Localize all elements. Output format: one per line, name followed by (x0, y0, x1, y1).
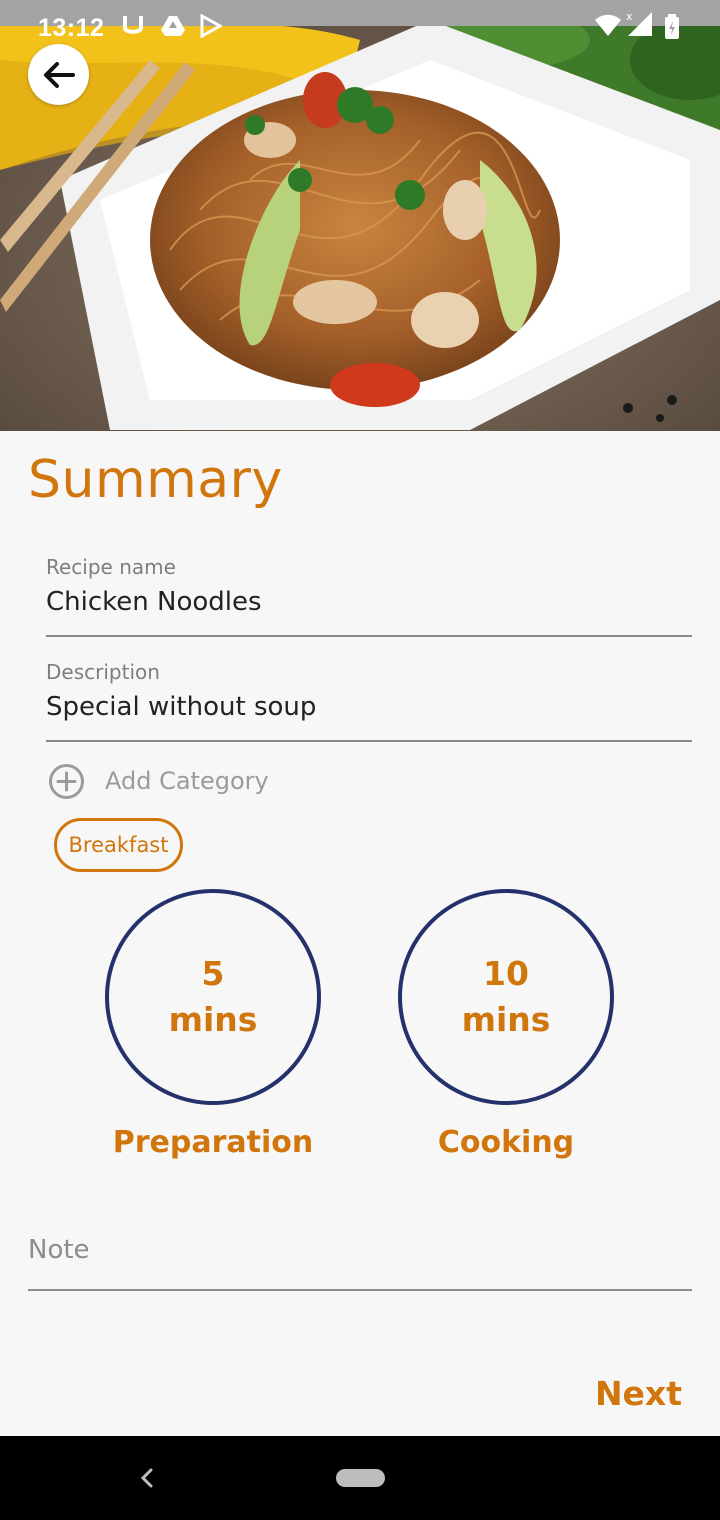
drive-icon (160, 14, 186, 43)
note-field[interactable] (28, 1232, 692, 1292)
cooking-time-ring[interactable]: 10 mins (398, 889, 614, 1105)
recipe-name-underline (46, 635, 692, 637)
wifi-icon (594, 14, 622, 43)
recipe-name-label: Recipe name (46, 555, 176, 579)
cellular-signal-icon: x (624, 10, 654, 43)
cooking-time[interactable]: 10 mins Cooking (398, 889, 614, 1160)
cooking-label: Cooking (437, 1125, 575, 1160)
arrow-left-icon (43, 61, 75, 88)
recipe-photo (0, 0, 720, 431)
recipe-name-value[interactable]: Chicken Noodles (46, 587, 692, 617)
category-chip-label: Breakfast (68, 833, 169, 857)
u-app-icon (122, 14, 144, 43)
category-chip-breakfast[interactable]: Breakfast (54, 818, 183, 872)
play-store-icon (200, 13, 224, 43)
preparation-label: Preparation (112, 1125, 314, 1160)
preparation-time-ring[interactable]: 5 mins (105, 889, 321, 1105)
description-underline (46, 740, 692, 742)
add-category-label: Add Category (105, 767, 269, 795)
description-value[interactable]: Special without soup (46, 692, 692, 722)
add-circle-icon (49, 763, 84, 799)
page-title: Summary (28, 450, 283, 510)
preparation-time-unit: mins (168, 1000, 258, 1039)
preparation-time-value: 5 (201, 954, 225, 993)
description-label: Description (46, 660, 160, 684)
back-button[interactable] (28, 44, 89, 105)
nav-home-pill[interactable] (336, 1469, 385, 1487)
status-time: 13:12 (38, 14, 105, 42)
description-field[interactable]: Description Special without soup (46, 660, 692, 744)
system-navigation-bar (0, 1436, 720, 1520)
note-underline (28, 1289, 692, 1291)
cooking-time-value: 10 (483, 954, 529, 993)
note-input[interactable] (28, 1232, 692, 1268)
battery-icon (664, 14, 680, 45)
status-bar: 13:12 x (0, 0, 720, 56)
add-category-button[interactable]: Add Category (48, 762, 269, 800)
recipe-name-field[interactable]: Recipe name Chicken Noodles (46, 555, 692, 639)
cooking-time-unit: mins (461, 1000, 551, 1039)
preparation-time[interactable]: 5 mins Preparation (105, 889, 321, 1160)
nav-back-icon[interactable] (138, 1466, 156, 1495)
next-button[interactable]: Next (595, 1374, 682, 1413)
noodles-plate-illustration (0, 0, 720, 431)
svg-text:x: x (626, 10, 633, 23)
